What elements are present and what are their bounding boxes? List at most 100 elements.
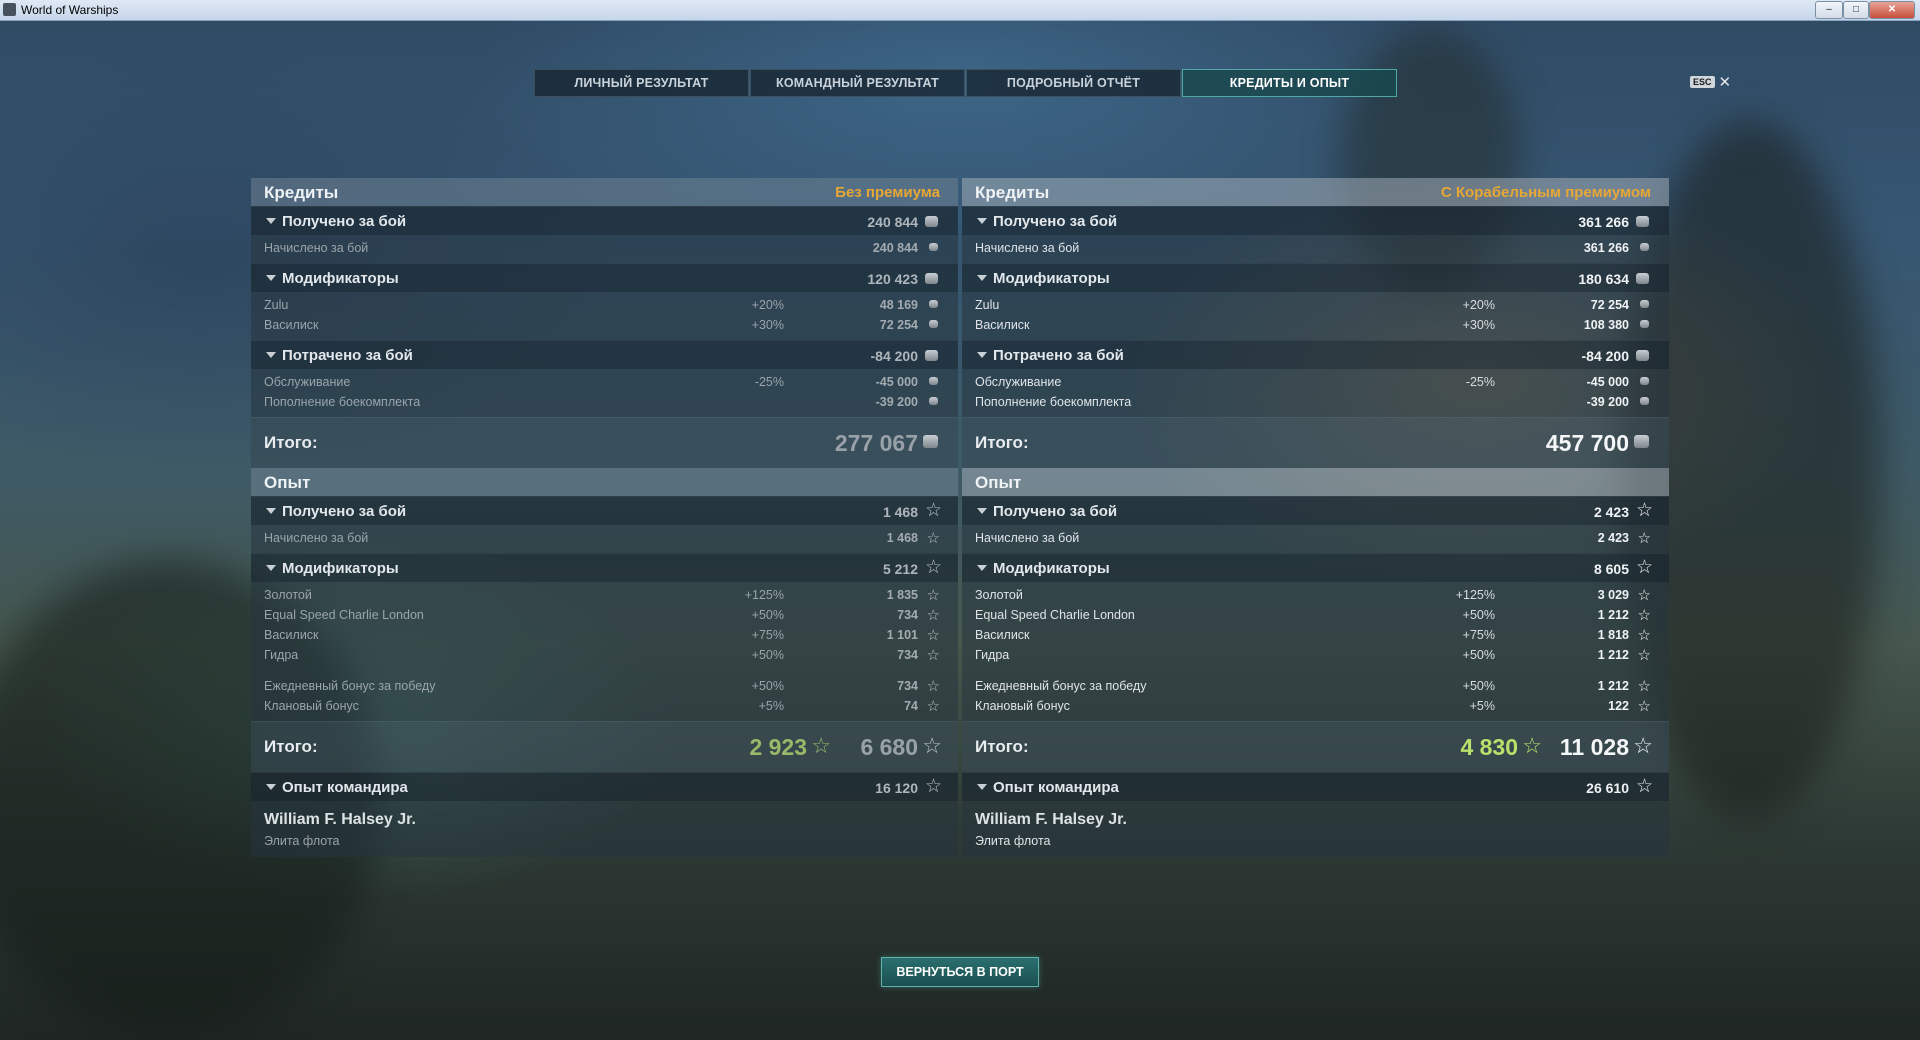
xp-star-icon: ☆ — [1637, 627, 1651, 644]
chevron-down-icon — [977, 508, 987, 514]
xp-modifiers-details: Золотой +125% 1 835 ☆ Equal Speed Charli… — [251, 582, 958, 721]
minimize-button[interactable]: – — [1815, 1, 1843, 19]
xp-star-icon: ☆ — [1637, 530, 1651, 547]
free-xp-value: 2 923 — [749, 734, 807, 760]
xp-modifiers-group[interactable]: Модификаторы 5 212 ☆ — [251, 553, 958, 582]
detail-value: 72 254 — [1590, 298, 1629, 312]
tab-detailed-report[interactable]: ПОДРОБНЫЙ ОТЧЁТ — [966, 69, 1181, 97]
credits-total-value: 277 067 — [834, 430, 918, 456]
credits-spent-details: Обслуживание -25% -45 000 Пополнение бое… — [251, 369, 958, 417]
detail-name: Василиск — [975, 628, 1030, 642]
group-value: 180 634 — [1578, 271, 1629, 287]
chevron-down-icon — [977, 784, 987, 790]
detail-value: 72 254 — [879, 318, 918, 332]
xp-star-icon: ☆ — [922, 733, 942, 758]
detail-row: Гидра +50% 1 212 ☆ — [962, 645, 1669, 665]
credit-coin-icon — [1640, 300, 1649, 308]
account-type-label: Без премиума — [835, 184, 940, 201]
credits-section-header: Кредиты С Корабельным премиумом — [962, 178, 1669, 206]
commander-rank: Элита флота — [264, 834, 340, 848]
credit-coin-icon — [929, 320, 938, 328]
group-label: Модификаторы — [282, 560, 399, 577]
credits-total-value: 457 700 — [1545, 430, 1629, 456]
total-label: Итого: — [975, 737, 1029, 756]
xp-modifiers-group[interactable]: Модификаторы 8 605 ☆ — [962, 553, 1669, 582]
credits-modifiers-details: Zulu +20% 72 254 Василиск +30% 108 380 — [962, 292, 1669, 340]
detail-name: Начислено за бой — [264, 531, 369, 545]
credit-coin-icon — [929, 397, 938, 405]
commander-xp-group[interactable]: Опыт командира 26 610 ☆ — [962, 772, 1669, 801]
group-value: -84 200 — [1581, 348, 1629, 364]
esc-key-icon: ESC — [1690, 76, 1715, 88]
credits-modifiers-group[interactable]: Модификаторы 180 634 — [962, 263, 1669, 292]
detail-name: Zulu — [264, 298, 289, 312]
xp-star-icon: ☆ — [926, 607, 940, 624]
group-label: Получено за бой — [993, 503, 1118, 520]
group-label: Модификаторы — [993, 270, 1110, 287]
detail-row: Обслуживание -25% -45 000 — [251, 372, 958, 392]
close-window-button[interactable]: ✕ — [1869, 1, 1915, 19]
detail-row: Василиск +30% 108 380 — [962, 315, 1669, 335]
xp-star-icon: ☆ — [1635, 776, 1653, 797]
tab-credits-and-xp[interactable]: КРЕДИТЫ И ОПЫТ — [1182, 69, 1397, 97]
group-label: Получено за бой — [993, 213, 1118, 230]
return-to-port-button[interactable]: ВЕРНУТЬСЯ В ПОРТ — [881, 957, 1039, 987]
commander-name: William F. Halsey Jr. — [264, 811, 416, 828]
free-xp-star-icon: ☆ — [811, 733, 831, 758]
credits-earned-group[interactable]: Получено за бой 361 266 — [962, 206, 1669, 235]
xp-star-icon: ☆ — [1635, 557, 1653, 578]
maximize-button[interactable]: □ — [1843, 1, 1869, 19]
chevron-down-icon — [266, 275, 276, 281]
detail-value: 734 — [897, 679, 918, 693]
app-icon — [3, 3, 16, 16]
chevron-down-icon — [266, 508, 276, 514]
detail-value: 1 818 — [1597, 628, 1629, 642]
credits-section-header: Кредиты Без премиума — [251, 178, 958, 206]
commander-xp-group[interactable]: Опыт командира 16 120 ☆ — [251, 772, 958, 801]
xp-star-icon: ☆ — [926, 698, 940, 715]
credits-spent-details: Обслуживание -25% -45 000 Пополнение бое… — [962, 369, 1669, 417]
detail-row: Пополнение боекомплекта -39 200 — [962, 392, 1669, 412]
credit-coin-icon — [1636, 216, 1649, 227]
credits-modifiers-group[interactable]: Модификаторы 120 423 — [251, 263, 958, 292]
xp-star-icon: ☆ — [1637, 647, 1651, 664]
detail-row: Обслуживание -25% -45 000 — [962, 372, 1669, 392]
group-value: 8 605 — [1593, 561, 1629, 577]
xp-earned-group[interactable]: Получено за бой 1 468 ☆ — [251, 496, 958, 525]
xp-star-icon: ☆ — [1637, 607, 1651, 624]
detail-row: Начислено за бой 361 266 — [962, 238, 1669, 258]
detail-percent: -25% — [1465, 375, 1495, 389]
xp-star-icon: ☆ — [926, 627, 940, 644]
detail-name: Equal Speed Charlie London — [264, 608, 424, 622]
esc-close-button[interactable]: ESC ✕ — [1690, 73, 1731, 91]
detail-percent: +5% — [758, 699, 784, 713]
detail-row: Zulu +20% 48 169 — [251, 295, 958, 315]
detail-percent: -25% — [754, 375, 784, 389]
credits-earned-group[interactable]: Получено за бой 240 844 — [251, 206, 958, 235]
detail-row: Начислено за бой 2 423 ☆ — [962, 528, 1669, 548]
group-value: 2 423 — [1593, 504, 1629, 520]
detail-value: -45 000 — [875, 375, 918, 389]
detail-row: Ежедневный бонус за победу +50% 734 ☆ — [251, 676, 958, 696]
commander-info: William F. Halsey Jr. Элита флота — [251, 801, 958, 857]
group-label: Модификаторы — [282, 270, 399, 287]
group-value: 120 423 — [867, 271, 918, 287]
xp-earned-group[interactable]: Получено за бой 2 423 ☆ — [962, 496, 1669, 525]
detail-value: 734 — [897, 648, 918, 662]
chevron-down-icon — [266, 784, 276, 790]
tab-team-result[interactable]: КОМАНДНЫЙ РЕЗУЛЬТАТ — [750, 69, 965, 97]
detail-name: Клановый бонус — [264, 699, 359, 713]
detail-row: Золотой +125% 3 029 ☆ — [962, 585, 1669, 605]
detail-percent: +30% — [1462, 318, 1495, 332]
credit-coin-icon — [929, 300, 938, 308]
xp-star-icon: ☆ — [1633, 733, 1653, 758]
group-label: Получено за бой — [282, 213, 407, 230]
detail-value: 3 029 — [1597, 588, 1629, 602]
tab-personal-result[interactable]: ЛИЧНЫЙ РЕЗУЛЬТАТ — [534, 69, 749, 97]
credits-spent-group[interactable]: Потрачено за бой -84 200 — [251, 340, 958, 369]
credits-spent-group[interactable]: Потрачено за бой -84 200 — [962, 340, 1669, 369]
panel-no-premium: Кредиты Без премиума Получено за бой 240… — [251, 178, 958, 857]
detail-value: 48 169 — [879, 298, 918, 312]
credit-coin-icon — [1640, 377, 1649, 385]
group-label: Потрачено за бой — [993, 347, 1124, 364]
